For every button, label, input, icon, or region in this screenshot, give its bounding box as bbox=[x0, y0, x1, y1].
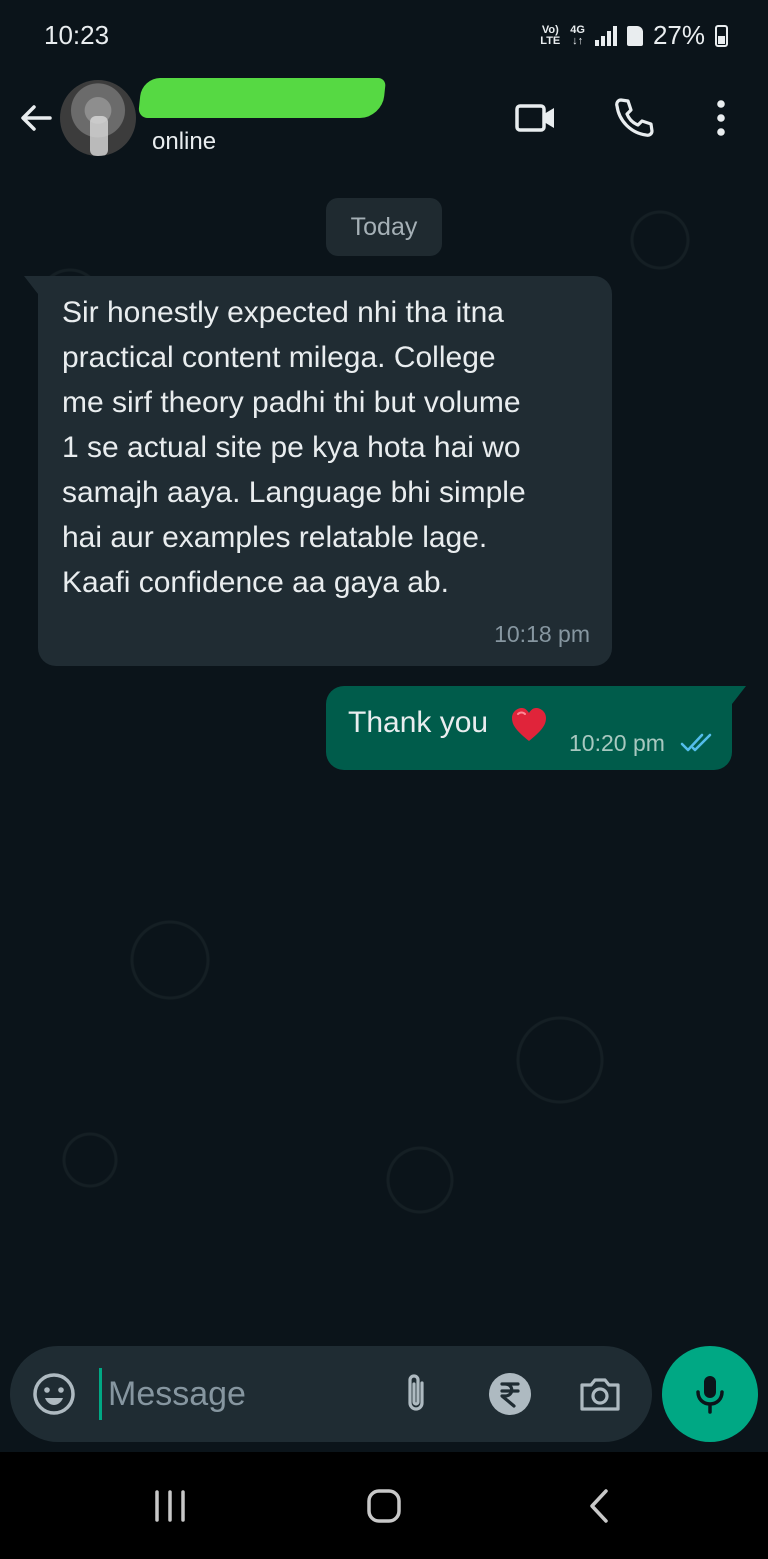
battery-percent: 27% bbox=[652, 20, 705, 50]
status-bar: 10:23 Vo) LTE 4G ↓↑ 27% bbox=[0, 0, 768, 72]
data-activity-label: ↓↑ bbox=[572, 34, 584, 47]
mic-icon bbox=[696, 1376, 724, 1414]
volte-indicator: Vo) LTE bbox=[540, 23, 561, 47]
message-input[interactable] bbox=[104, 1364, 382, 1424]
data-type-label: 4G bbox=[570, 23, 585, 36]
outgoing-message-text: Thank you bbox=[348, 706, 489, 739]
video-call-icon[interactable] bbox=[512, 94, 560, 142]
camera-icon[interactable] bbox=[576, 1370, 624, 1418]
mic-button[interactable] bbox=[662, 1346, 758, 1442]
message-composer bbox=[10, 1346, 652, 1442]
outgoing-message-bubble[interactable]: Thank you 10:20 pm bbox=[326, 686, 746, 770]
more-options-icon[interactable] bbox=[697, 94, 745, 142]
status-indicators: Vo) LTE 4G ↓↑ 27% bbox=[540, 20, 728, 51]
read-double-tick-icon bbox=[680, 733, 712, 752]
system-navigation-bar bbox=[0, 1452, 768, 1559]
redacted-contact-name[interactable] bbox=[137, 78, 387, 118]
recent-apps-icon[interactable] bbox=[150, 1486, 190, 1526]
attach-icon[interactable] bbox=[392, 1370, 440, 1418]
chat-header: online bbox=[0, 72, 768, 180]
data-indicator: 4G ↓↑ bbox=[570, 23, 585, 47]
date-separator: Today bbox=[326, 198, 442, 256]
heart-icon bbox=[512, 708, 546, 741]
incoming-message-time: 10:18 pm bbox=[494, 621, 590, 647]
emoji-icon[interactable] bbox=[30, 1370, 78, 1418]
back-arrow-icon[interactable] bbox=[16, 98, 56, 138]
text-cursor bbox=[99, 1368, 102, 1420]
signal-icon bbox=[594, 25, 617, 46]
status-time: 10:23 bbox=[44, 20, 110, 50]
battery-icon bbox=[715, 24, 728, 47]
rupee-payment-icon[interactable] bbox=[486, 1370, 534, 1418]
incoming-message-bubble[interactable]: Sir honestly expected nhi tha itna pract… bbox=[24, 276, 612, 666]
outgoing-message-time: 10:20 pm bbox=[569, 730, 665, 756]
volte-label: Vo) bbox=[541, 23, 559, 36]
sim-card-icon bbox=[626, 25, 643, 46]
contact-status: online bbox=[152, 128, 217, 155]
back-nav-icon[interactable] bbox=[580, 1486, 620, 1526]
voice-call-icon[interactable] bbox=[610, 94, 658, 142]
lte-label: LTE bbox=[540, 34, 561, 47]
incoming-message-text: Sir honestly expected nhi tha itna pract… bbox=[62, 296, 526, 599]
contact-avatar[interactable] bbox=[60, 80, 136, 156]
home-icon[interactable] bbox=[364, 1486, 404, 1526]
